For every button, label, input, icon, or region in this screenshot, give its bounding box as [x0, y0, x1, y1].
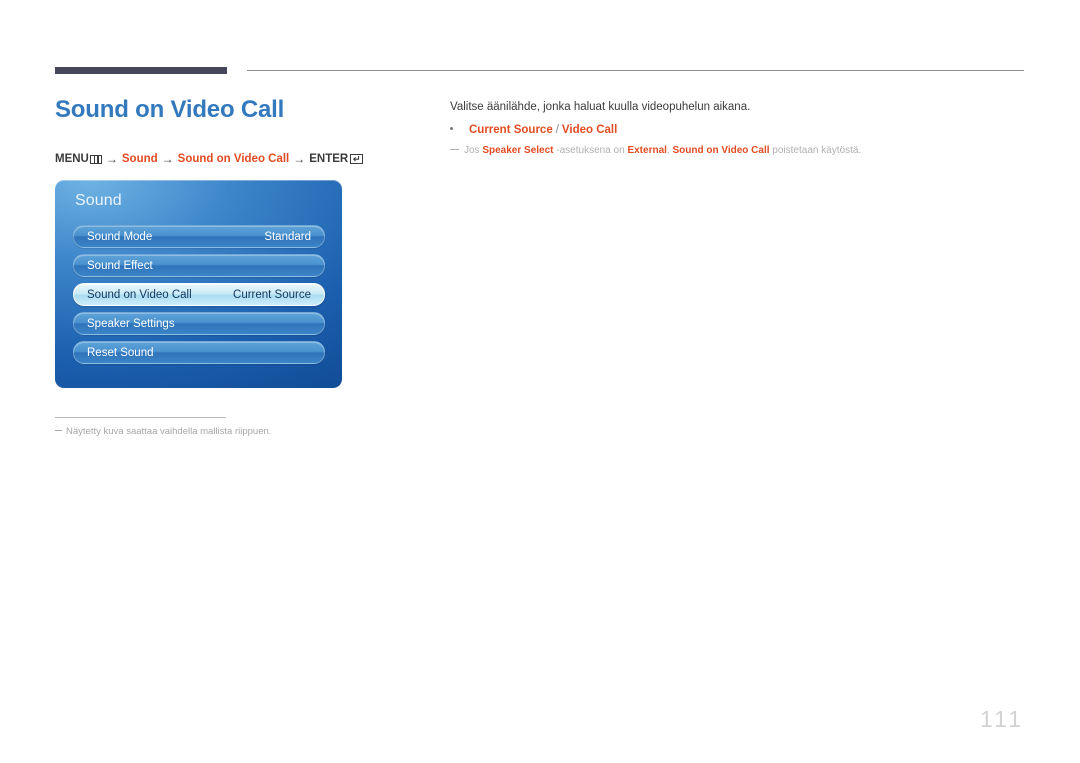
page-number: 111: [980, 706, 1024, 732]
osd-row-sound-mode[interactable]: Sound Mode Standard: [73, 225, 325, 248]
note-highlight-speaker-select: Speaker Select: [482, 145, 554, 157]
footnote-dash-icon: [55, 430, 62, 431]
option-separator: /: [555, 124, 559, 137]
breadcrumb-arrow-1: →: [105, 152, 118, 166]
description-block: Valitse äänilähde, jonka haluat kuulla v…: [450, 99, 1030, 156]
description-note: Jos Speaker Select -asetuksena on Extern…: [450, 145, 1030, 156]
breadcrumb-arrow-2: →: [161, 152, 174, 166]
note-highlight-sound-on-video-call: Sound on Video Call: [672, 145, 770, 157]
header-dark-bar: [55, 67, 227, 74]
description-option-bullet: Current Source / Video Call: [450, 124, 1030, 136]
osd-row-sound-effect[interactable]: Sound Effect: [73, 254, 325, 277]
osd-row-label: Sound on Video Call: [87, 288, 192, 301]
note-part-2: -asetuksena on: [553, 145, 628, 157]
note-dash-icon: [450, 148, 459, 151]
osd-row-label: Sound Mode: [87, 230, 153, 243]
page-title: Sound on Video Call: [55, 96, 285, 123]
footnote-image-disclaimer: Näytetty kuva saattaa vaihdella mallista…: [55, 426, 271, 437]
osd-row-value: Standard: [264, 230, 311, 243]
osd-row-label: Reset Sound: [87, 346, 154, 359]
footnote-rule: [55, 417, 226, 418]
breadcrumb-enter-label: ENTER: [309, 153, 349, 165]
osd-row-speaker-settings[interactable]: Speaker Settings: [73, 312, 325, 335]
breadcrumb-step-sound: Sound: [121, 153, 158, 165]
breadcrumb: MENU → Sound → Sound on Video Call → ENT…: [55, 152, 364, 166]
breadcrumb-step-feature: Sound on Video Call: [177, 153, 290, 165]
bullet-dot-icon: [450, 127, 453, 131]
osd-heading: Sound: [75, 192, 122, 209]
breadcrumb-menu-label: MENU: [55, 153, 89, 165]
osd-row-label: Speaker Settings: [87, 317, 175, 330]
header-thin-rule: [247, 70, 1024, 71]
note-part-1: Jos: [464, 145, 483, 157]
osd-menu-list: Sound Mode Standard Sound Effect Sound o…: [73, 225, 325, 370]
menu-grid-icon: [89, 154, 102, 164]
footnote-text: Näytetty kuva saattaa vaihdella mallista…: [66, 426, 272, 437]
note-highlight-external: External: [627, 145, 667, 157]
breadcrumb-arrow-3: →: [293, 152, 306, 166]
option-current-source: Current Source: [469, 124, 553, 137]
option-video-call: Video Call: [561, 124, 618, 137]
osd-row-reset-sound[interactable]: Reset Sound: [73, 341, 325, 364]
osd-row-sound-on-video-call[interactable]: Sound on Video Call Current Source: [73, 283, 325, 306]
note-part-4: poistetaan käytöstä.: [769, 145, 862, 157]
osd-row-value: Current Source: [233, 288, 311, 301]
description-intro: Valitse äänilähde, jonka haluat kuulla v…: [450, 101, 751, 113]
enter-return-icon: ↵: [350, 154, 364, 164]
osd-row-label: Sound Effect: [87, 259, 153, 272]
osd-sound-menu-panel: Sound Sound Mode Standard Sound Effect S…: [55, 180, 342, 388]
